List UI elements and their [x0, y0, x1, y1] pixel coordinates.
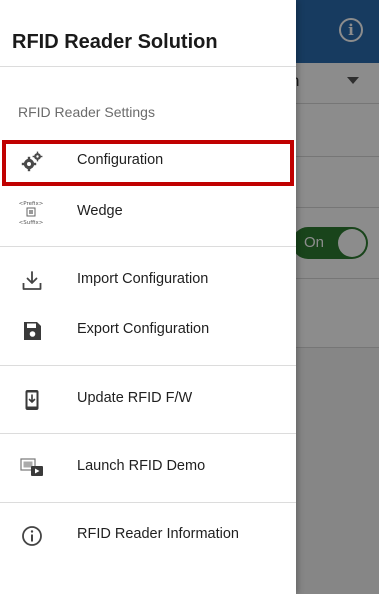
- menu-item-wedge[interactable]: <Prefix> <Suffix> Wedge: [0, 188, 296, 238]
- phone-download-icon: [20, 388, 44, 412]
- menu-item-launch-rfid-demo[interactable]: Launch RFID Demo: [0, 443, 296, 493]
- divider: [0, 66, 296, 67]
- divider: [0, 246, 296, 247]
- menu-item-label: RFID Reader Information: [77, 526, 239, 542]
- navigation-drawer: RFID Reader Solution RFID Reader Setting…: [0, 0, 296, 594]
- drawer-title: RFID Reader Solution: [12, 31, 218, 53]
- section-label: RFID Reader Settings: [18, 104, 155, 120]
- download-tray-icon: [20, 269, 44, 293]
- menu-item-label: Wedge: [77, 203, 123, 219]
- menu-item-update-rfid-fw[interactable]: Update RFID F/W: [0, 375, 296, 425]
- menu-item-import-configuration[interactable]: Import Configuration: [0, 256, 296, 306]
- svg-text:<Prefix>: <Prefix>: [19, 201, 44, 207]
- menu-item-label: Export Configuration: [77, 321, 210, 337]
- highlight-box: [2, 140, 294, 186]
- info-circle-icon: [20, 524, 44, 548]
- wedge-prefix-suffix-icon: <Prefix> <Suffix>: [16, 198, 46, 228]
- menu-item-export-configuration[interactable]: Export Configuration: [0, 306, 296, 356]
- svg-text:<Suffix>: <Suffix>: [19, 220, 44, 226]
- menu-item-label: Import Configuration: [77, 271, 209, 287]
- menu-item-label: Launch RFID Demo: [77, 458, 206, 474]
- menu-item-label: Update RFID F/W: [77, 390, 193, 406]
- menu-item-rfid-reader-information[interactable]: RFID Reader Information: [0, 511, 296, 561]
- divider: [0, 365, 296, 366]
- divider: [0, 502, 296, 503]
- floppy-save-icon: [20, 319, 44, 343]
- divider: [0, 433, 296, 434]
- play-demo-icon: [20, 456, 44, 480]
